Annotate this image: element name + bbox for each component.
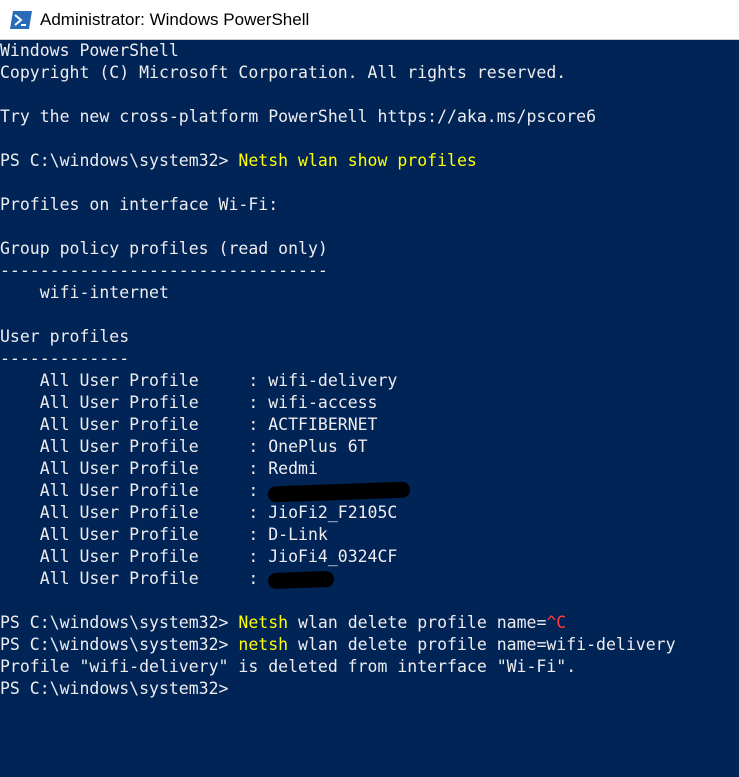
command-args: wlan delete profile name=wifi-delivery bbox=[288, 635, 676, 654]
user-profile-row: All User Profile : JioFi2_F2105C bbox=[0, 503, 398, 522]
command-line: PS C:\windows\system32> Netsh wlan show … bbox=[0, 150, 739, 172]
result-line: Profile "wifi-delivery" is deleted from … bbox=[0, 657, 577, 676]
title-bar[interactable]: Administrator: Windows PowerShell bbox=[0, 0, 739, 40]
user-profile-row: All User Profile : ACTFIBERNET bbox=[0, 415, 378, 434]
profile-name: JioFi2_F2105C bbox=[268, 503, 398, 522]
user-profiles-heading: User profiles bbox=[0, 327, 130, 346]
window-title: Administrator: Windows PowerShell bbox=[40, 9, 310, 29]
current-prompt-line[interactable]: PS C:\windows\system32> bbox=[0, 678, 739, 700]
powershell-icon bbox=[10, 10, 32, 29]
command-line: PS C:\windows\system32> netsh wlan delet… bbox=[0, 634, 739, 656]
prompt: PS C:\windows\system32> bbox=[0, 613, 239, 632]
group-policy-profile: wifi-internet bbox=[0, 283, 169, 302]
command-args: wlan delete profile name= bbox=[288, 613, 547, 632]
profile-name: Redmi bbox=[268, 459, 318, 478]
console-output[interactable]: Windows PowerShell Copyright (C) Microso… bbox=[0, 40, 739, 777]
command-line: PS C:\windows\system32> Netsh wlan delet… bbox=[0, 612, 739, 634]
tip-line: Try the new cross-platform PowerShell ht… bbox=[0, 107, 597, 126]
header-line: Windows PowerShell bbox=[0, 41, 179, 60]
command-text: Netsh wlan show profiles bbox=[238, 151, 477, 170]
profile-name: JioFi4_0324CF bbox=[268, 547, 398, 566]
user-profile-row: All User Profile : Redmi bbox=[0, 459, 318, 478]
redacted-profile-name bbox=[267, 481, 411, 502]
user-profile-row: All User Profile : D-Link bbox=[0, 525, 328, 544]
profile-name: OnePlus 6T bbox=[268, 437, 368, 456]
redacted-profile-name bbox=[267, 570, 335, 589]
group-policy-rule: --------------------------------- bbox=[0, 261, 328, 280]
prompt: PS C:\windows\system32> bbox=[0, 635, 239, 654]
user-profile-row: All User Profile : bbox=[0, 568, 739, 590]
prompt: PS C:\windows\system32> bbox=[0, 679, 239, 698]
user-profiles-rule: ------------- bbox=[0, 349, 130, 368]
user-profile-row: All User Profile : bbox=[0, 480, 739, 502]
user-profile-row: All User Profile : OnePlus 6T bbox=[0, 437, 368, 456]
interrupt-marker: ^C bbox=[546, 613, 567, 632]
prompt: PS C:\windows\system32> bbox=[0, 151, 239, 170]
user-profile-row: All User Profile : JioFi4_0324CF bbox=[0, 547, 398, 566]
user-profile-row: All User Profile : wifi-access bbox=[0, 393, 378, 412]
profiles-heading: Profiles on interface Wi-Fi: bbox=[0, 195, 279, 214]
profile-name: D-Link bbox=[268, 525, 328, 544]
user-profile-row: All User Profile : wifi-delivery bbox=[0, 371, 398, 390]
profile-name: ACTFIBERNET bbox=[268, 415, 378, 434]
group-policy-heading: Group policy profiles (read only) bbox=[0, 239, 328, 258]
copyright-line: Copyright (C) Microsoft Corporation. All… bbox=[0, 63, 567, 82]
command-text: netsh bbox=[238, 635, 289, 654]
profile-name: wifi-access bbox=[268, 393, 378, 412]
profile-name: wifi-delivery bbox=[268, 371, 398, 390]
command-text: Netsh bbox=[238, 613, 289, 632]
